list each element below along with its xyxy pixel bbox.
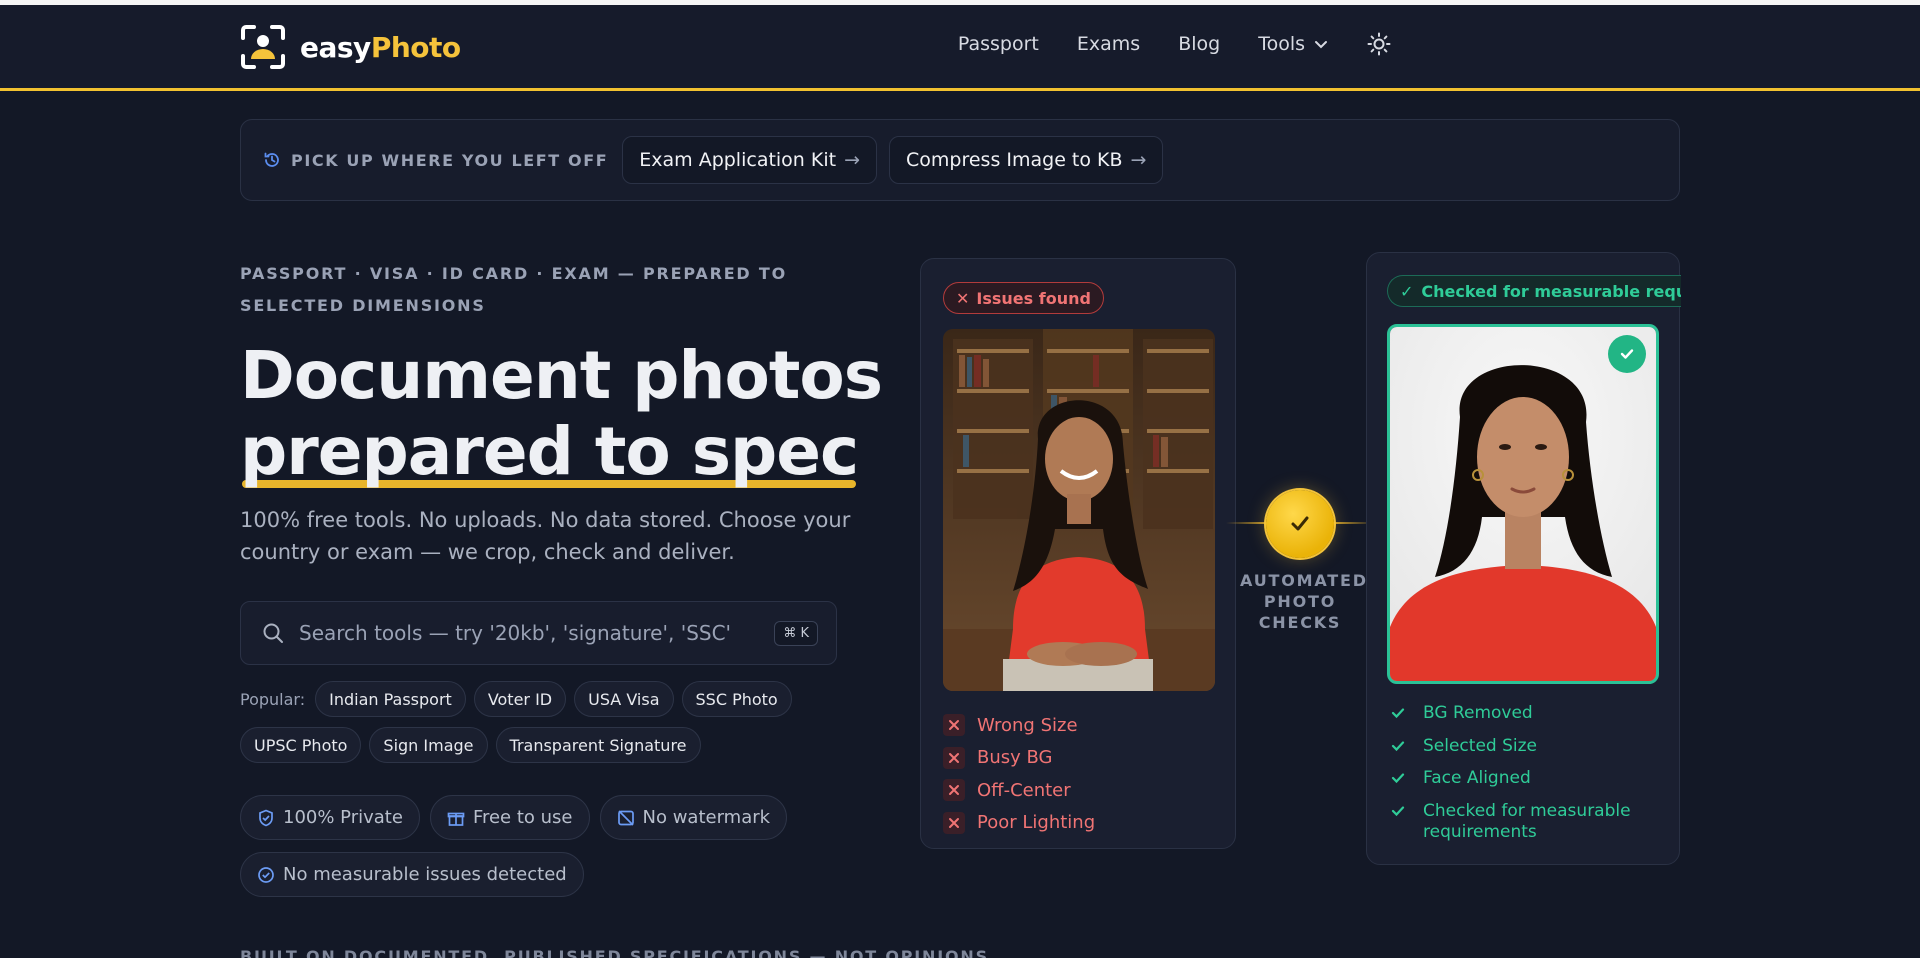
popular-tag-transparent-signature[interactable]: Transparent Signature (495, 727, 701, 763)
check-circle-icon (258, 866, 274, 883)
popular-label: Popular: (240, 689, 306, 709)
nav-tools-label: Tools (1258, 33, 1305, 55)
brand-logo[interactable]: easyPhoto (240, 24, 461, 70)
search-input[interactable] (299, 621, 775, 645)
history-icon (264, 152, 279, 167)
check-icon (1387, 767, 1409, 789)
search-icon (263, 623, 283, 643)
trust-badge-label: Free to use (472, 807, 573, 828)
main-nav: Passport Exams Blog Tools (958, 30, 1395, 58)
headline-line1: Document photos (240, 337, 883, 414)
issue-label: Off-Center (977, 779, 1071, 801)
trust-badges: 100% Private Free to use No watermark No… (240, 795, 840, 897)
list-item: BG Removed (1387, 699, 1643, 732)
issue-label: Wrong Size (977, 714, 1078, 736)
arrow-right-icon: → (1130, 149, 1147, 171)
check-icon (1387, 800, 1409, 822)
chevron-down-icon (1315, 41, 1327, 49)
check-label: Face Aligned (1423, 768, 1531, 788)
list-item: Selected Size (1387, 732, 1643, 765)
resume-label: PICK UP WHERE YOU LEFT OFF (291, 150, 609, 170)
issue-label: Poor Lighting (977, 812, 1096, 834)
check-icon: ✓ (1400, 281, 1414, 301)
headline-line2-underlined: prepared to spec (240, 413, 859, 490)
issues-badge-label: Issues found (976, 288, 1091, 308)
resume-link-compress-image[interactable]: Compress Image to KB → (889, 136, 1164, 184)
hero-headline: Document photos prepared to spec (240, 337, 883, 490)
check-label: BG Removed (1423, 703, 1533, 723)
hero-subtext: 100% free tools. No uploads. No data sto… (240, 508, 851, 564)
trust-badge-label: No measurable issues detected (283, 864, 567, 885)
check-icon (1387, 702, 1409, 724)
arrow-right-icon: → (844, 149, 860, 171)
keyboard-shortcut-hint: ⌘ K (774, 620, 818, 646)
checks-list: BG Removed Selected Size Face Aligned Ch… (1387, 699, 1643, 843)
issues-list: Wrong Size Busy BG Off-Center Poor Light… (943, 709, 1095, 839)
theme-toggle-button[interactable] (1367, 30, 1395, 58)
before-photo-card: ✕ Issues found Wrong Size Busy BG Off-Ce… (920, 258, 1236, 849)
gift-icon (447, 812, 465, 826)
nav-passport[interactable]: Passport (958, 33, 1039, 55)
top-navbar: easyPhoto Passport Exams Blog Tools (0, 5, 1920, 91)
close-icon: ✕ (956, 288, 970, 308)
popular-tag-upsc-photo[interactable]: UPSC Photo (240, 727, 362, 763)
close-icon (943, 714, 965, 737)
list-item: Busy BG (943, 742, 1095, 775)
nav-blog[interactable]: Blog (1178, 33, 1220, 55)
process-check-icon (1266, 490, 1334, 558)
check-label: Checked for measurable requirements (1423, 800, 1631, 842)
close-icon (943, 746, 965, 769)
issue-label: Busy BG (977, 747, 1053, 769)
list-item: Wrong Size (943, 709, 1095, 742)
check-label: Selected Size (1423, 735, 1537, 756)
resume-link-label: Compress Image to KB (906, 149, 1123, 171)
checked-badge-label: Checked for measurable requirements (1421, 281, 1681, 301)
nav-tools-dropdown[interactable]: Tools (1258, 33, 1329, 55)
checked-badge: ✓ Checked for measurable requirements (1387, 275, 1681, 307)
list-item: Off-Center (943, 774, 1095, 807)
check-icon (1387, 735, 1409, 757)
sun-icon (1367, 32, 1391, 56)
trust-badge-label: 100% Private (283, 807, 403, 828)
close-icon (943, 779, 965, 802)
resume-link-exam-kit[interactable]: Exam Application Kit → (622, 136, 877, 184)
popular-tag-voter-id[interactable]: Voter ID (473, 681, 567, 717)
trust-badge-no-issues: No measurable issues detected (240, 852, 584, 897)
trust-badge-label: No watermark (642, 807, 771, 828)
automated-checks-label: AUTOMATED PHOTO CHECKS (1240, 571, 1368, 632)
list-item: Checked for measurable requirements (1387, 797, 1643, 843)
tool-search-box[interactable]: ⌘ K (240, 601, 837, 665)
verified-check-icon (1608, 335, 1646, 373)
popular-tag-indian-passport[interactable]: Indian Passport (315, 681, 466, 717)
brand-name-part2: Photo (370, 30, 461, 64)
hero-eyebrow: PASSPORT · VISA · ID CARD · EXAM — PREPA… (240, 264, 787, 315)
popular-tools: Popular: Indian Passport Voter ID USA Vi… (240, 681, 840, 763)
trust-badge-free: Free to use (429, 795, 590, 840)
trust-badge-private: 100% Private (240, 795, 420, 840)
brand-name-part1: easy (300, 30, 371, 64)
issues-found-badge: ✕ Issues found (943, 282, 1104, 314)
shield-icon (259, 809, 273, 826)
nav-exams[interactable]: Exams (1077, 33, 1140, 55)
specs-heading: BUILT ON DOCUMENTED, PUBLISHED SPECIFICA… (240, 947, 989, 958)
list-item: Face Aligned (1387, 764, 1643, 797)
brand-name: easyPhoto (300, 31, 461, 64)
resume-bar: PICK UP WHERE YOU LEFT OFF Exam Applicat… (240, 119, 1680, 201)
no-watermark-icon (617, 809, 634, 826)
after-photo-image (1387, 324, 1659, 684)
popular-tag-ssc-photo[interactable]: SSC Photo (681, 681, 792, 717)
list-item: Poor Lighting (943, 807, 1095, 840)
after-photo-card: ✓ Checked for measurable requirements BG… (1366, 252, 1681, 865)
before-photo-image (943, 329, 1215, 691)
resume-link-label: Exam Application Kit (639, 149, 837, 171)
close-icon (943, 811, 965, 834)
trust-badge-no-watermark: No watermark (599, 795, 788, 840)
popular-tag-sign-image[interactable]: Sign Image (369, 727, 488, 763)
popular-tag-usa-visa[interactable]: USA Visa (574, 681, 674, 717)
logo-camera-person-icon (240, 24, 286, 70)
